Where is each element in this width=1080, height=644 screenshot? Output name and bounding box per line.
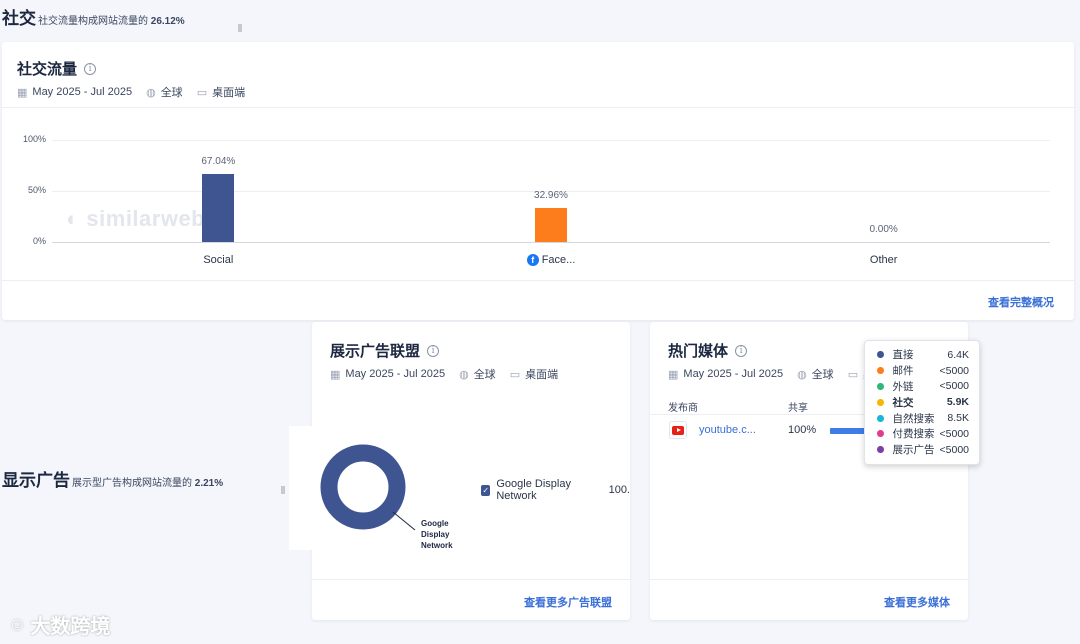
region[interactable]: 全球 — [812, 366, 834, 382]
donut-label: Google Display Network — [421, 519, 453, 550]
bar-value-label: 0.00% — [869, 224, 898, 235]
logo-icon: ☺ — [8, 614, 27, 634]
divider — [650, 579, 968, 580]
legend-value: 100. — [608, 484, 630, 496]
section-title: 显示广告 — [2, 471, 70, 490]
gridline — [52, 140, 1050, 141]
legend-dot-icon — [877, 351, 884, 359]
tooltip-row: 付费搜索 <5000 — [877, 426, 969, 442]
category-label: Social — [203, 254, 234, 266]
tooltip-row: 直接 6.4K — [877, 347, 969, 363]
legend-dot-icon — [877, 382, 884, 390]
info-icon[interactable]: i — [735, 344, 748, 357]
bar-value-label: 67.04% — [201, 155, 236, 167]
tooltip-name: 自然搜索 — [892, 412, 935, 425]
social-traffic-card: 社交流量 i ▦ May 2025 - Jul 2025 ◍ 全球 ▭ 桌面端 … — [2, 42, 1074, 320]
similarweb-logo-icon: ◐ — [66, 206, 87, 231]
tooltip-name: 社交 — [892, 396, 914, 409]
ad-legend-item[interactable]: ✓ Google Display Network 100. — [481, 478, 630, 502]
tooltip-value: <5000 — [939, 380, 970, 393]
tooltip-row: 邮件 <5000 — [877, 363, 969, 379]
tooltip-value: <5000 — [939, 364, 970, 377]
y-tick-label: 0% — [32, 236, 46, 246]
drag-handle[interactable] — [238, 24, 242, 32]
divider — [312, 579, 630, 580]
tooltip-value: 8.5K — [947, 412, 970, 425]
drag-handle[interactable] — [281, 486, 285, 494]
tooltip-value: <5000 — [939, 443, 970, 456]
watermark: ◐ similarweb — [66, 206, 206, 231]
bar-0[interactable] — [202, 173, 235, 242]
info-icon[interactable]: i — [427, 344, 440, 357]
tooltip-name: 邮件 — [892, 365, 914, 378]
tooltip-row: 展示广告 <5000 — [877, 442, 969, 458]
tooltip-value: <5000 — [939, 427, 970, 440]
bar-1[interactable] — [535, 208, 567, 242]
gridline — [52, 242, 1050, 243]
date-range[interactable]: May 2025 - Jul 2025 — [683, 368, 783, 380]
tooltip-value: 5.9K — [946, 396, 970, 409]
brand-watermark: ☺ 大数跨境 — [8, 614, 111, 638]
ad-network-chart-panel: Google Display Network ✓ Google Display … — [289, 426, 630, 550]
column-header-publisher[interactable]: 发布商 — [668, 399, 698, 414]
card-title: 展示广告联盟 i — [330, 340, 558, 361]
desktop-icon: ▭ — [847, 368, 859, 381]
globe-icon: ◍ — [797, 368, 807, 381]
date-range[interactable]: May 2025 - Jul 2025 — [345, 368, 445, 380]
legend-label: Google Display Network — [496, 478, 571, 502]
tooltip-value: 6.4K — [947, 348, 970, 361]
column-header-share[interactable]: 共享 — [788, 399, 808, 414]
tooltip-name: 直接 — [892, 349, 914, 362]
tooltip-name: 付费搜索 — [892, 428, 935, 441]
display-section-header: 显示广告 展示型广告构成网站流量的 2.21% — [2, 466, 223, 491]
tooltip-row: 外链 <5000 — [877, 379, 969, 395]
facebook-icon: f — [526, 254, 539, 266]
section-title: 社交 — [2, 9, 36, 28]
bar-value-label: 32.96% — [534, 190, 568, 202]
view-more-ad-networks-link[interactable]: 查看更多广告联盟 — [524, 594, 612, 610]
section-subtitle: 社交流量构成网站流量的 26.12% — [38, 16, 185, 27]
legend-dot-icon — [877, 414, 884, 422]
y-tick-label: 100% — [22, 134, 46, 144]
share-value: 100% — [788, 424, 817, 436]
social-bar-chart: ◐ similarweb 100% 50% 0% 67.04% Social 32.96%… — [2, 42, 1074, 282]
legend-dot-icon — [877, 367, 884, 375]
social-section-header: 社交 社交流量构成网站流量的 26.12% — [2, 4, 185, 29]
tooltip-name: 外链 — [892, 380, 914, 393]
donut-ring-google-display-network — [320, 444, 406, 530]
category-label: f Face... — [506, 254, 596, 266]
desktop-icon: ▭ — [509, 368, 521, 381]
view-more-media-link[interactable]: 查看更多媒体 — [884, 594, 950, 610]
view-full-overview-link[interactable]: 查看完整概况 — [988, 294, 1054, 310]
tooltip-row: 自然搜索 8.5K — [877, 410, 969, 426]
section-subtitle: 展示型广告构成网站流量的 2.21% — [72, 478, 224, 489]
region[interactable]: 全球 — [474, 366, 496, 382]
globe-icon: ◍ — [459, 368, 469, 381]
card-meta: ▦ May 2025 - Jul 2025 ◍ 全球 ▭ 桌面端 — [330, 366, 558, 382]
calendar-icon: ▦ — [668, 368, 679, 381]
donut-leader-line — [392, 511, 416, 531]
youtube-icon — [669, 421, 687, 439]
tooltip-name: 展示广告 — [892, 444, 935, 457]
legend-dot-icon — [877, 430, 884, 438]
tooltip-row: 社交 5.9K — [877, 394, 969, 410]
traffic-source-tooltip: 直接 6.4K 邮件 <5000 外链 <5000 社交 5.9K 自然搜索 8.5K 付费搜索 <5… — [864, 340, 980, 465]
category-label: Other — [869, 254, 898, 266]
checkbox-icon[interactable]: ✓ — [481, 484, 491, 496]
y-tick-label: 50% — [27, 185, 46, 195]
card-meta: ▦ May 2025 - Jul 2025 ◍ 全球 ▭ 桌 — [668, 366, 874, 382]
legend-dot-icon — [877, 398, 884, 406]
calendar-icon: ▦ — [330, 368, 341, 381]
card-title: 热门媒体 i — [668, 340, 874, 361]
divider — [2, 280, 1074, 281]
device[interactable]: 桌面端 — [525, 366, 558, 382]
publisher-link[interactable]: youtube.c... — [699, 424, 756, 436]
legend-dot-icon — [877, 446, 884, 454]
